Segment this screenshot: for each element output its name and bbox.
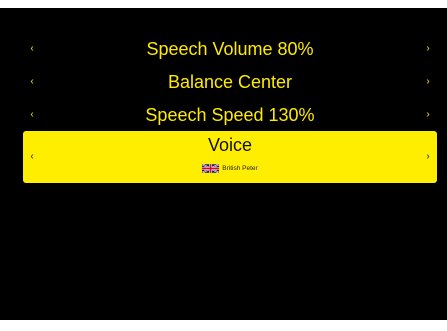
chevron-right-icon[interactable]: ›: [421, 68, 435, 96]
chevron-right-icon[interactable]: ›: [421, 35, 435, 63]
uk-flag-icon: [202, 163, 220, 174]
menu-item-label: Voice: [207, 135, 253, 155]
menu-item-label: Speech Speed 130%: [145, 105, 315, 125]
menu-item-speech-speed[interactable]: ‹ Speech Speed 130% ›: [23, 101, 437, 129]
menu-item-label: Speech Volume 80%: [146, 39, 314, 59]
voice-name: British Peter: [222, 165, 258, 173]
settings-screen: ‹ Speech Volume 80% › ‹ Balance Center ›…: [0, 8, 447, 320]
menu-item-label: Balance Center: [167, 72, 293, 92]
menu-item-speech-volume[interactable]: ‹ Speech Volume 80% ›: [23, 35, 437, 63]
menu-item-voice[interactable]: ‹ Voice British Peter ›: [23, 131, 437, 183]
voice-value: British Peter: [23, 163, 437, 175]
chevron-right-icon[interactable]: ›: [421, 143, 435, 171]
chevron-right-icon[interactable]: ›: [421, 101, 435, 129]
menu-item-balance[interactable]: ‹ Balance Center ›: [23, 68, 437, 96]
